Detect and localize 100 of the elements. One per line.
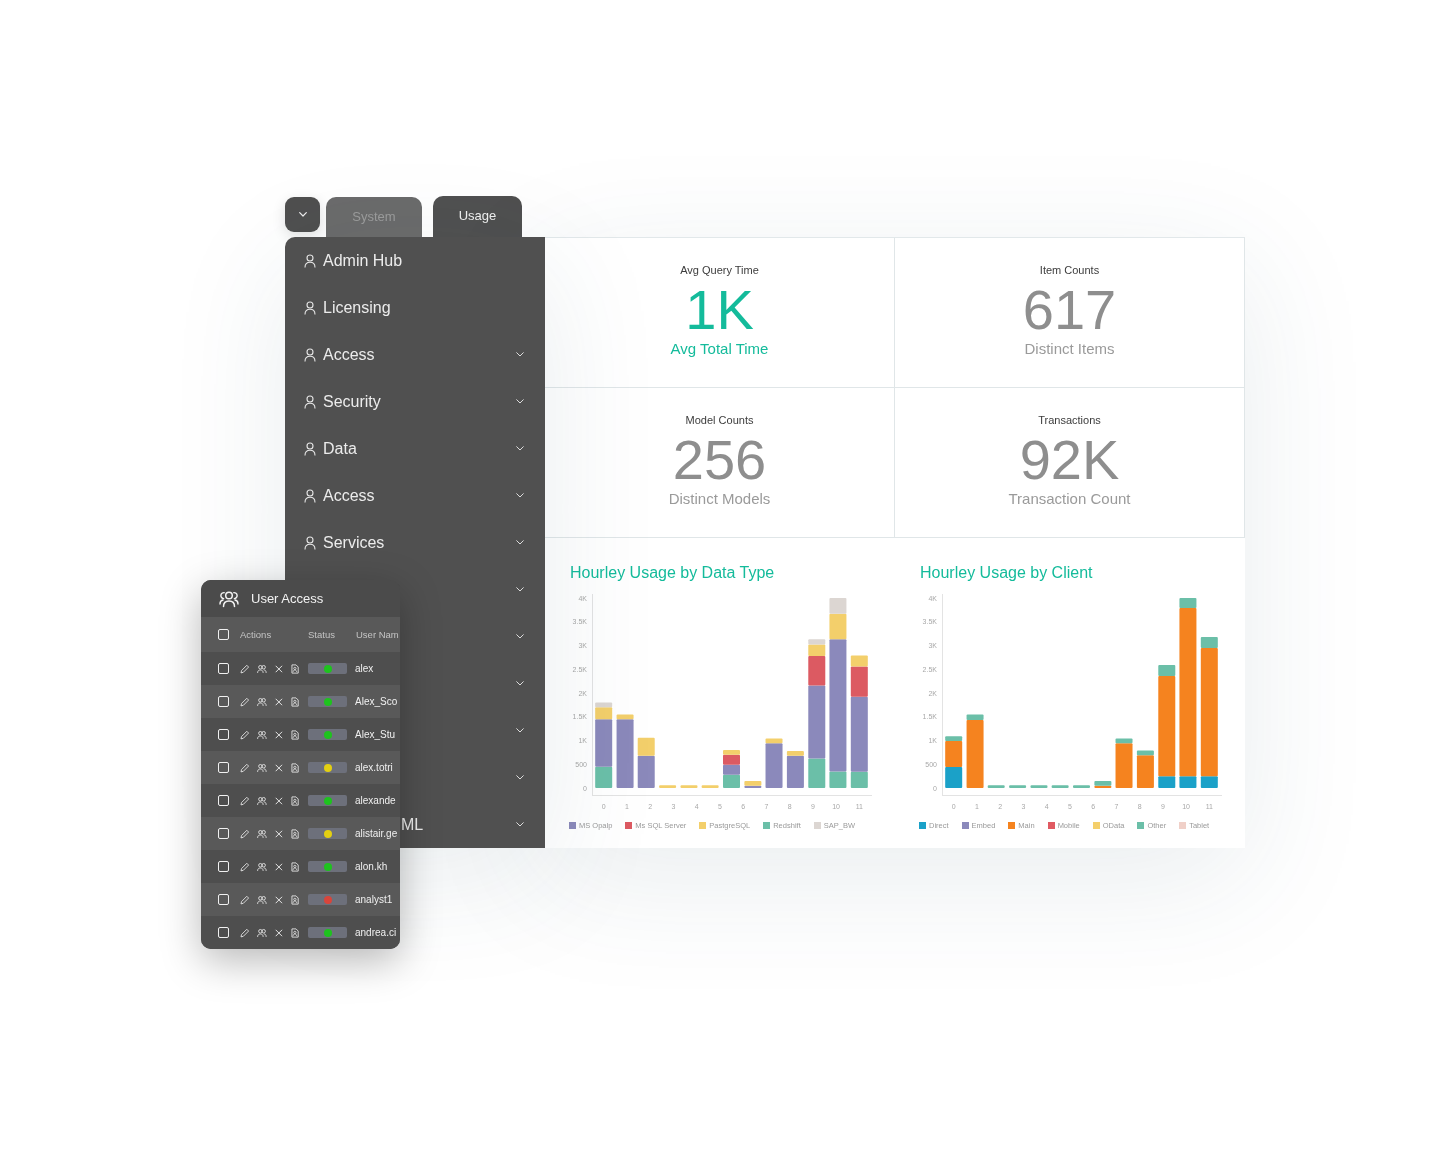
person-icon (304, 300, 316, 315)
person-icon (304, 253, 316, 268)
pencil-icon[interactable] (240, 861, 250, 872)
collapse-button[interactable] (285, 197, 320, 232)
close-icon[interactable] (273, 795, 284, 806)
pencil-icon[interactable] (240, 762, 250, 773)
close-icon[interactable] (273, 927, 284, 938)
document-user-icon[interactable] (290, 861, 300, 872)
user-name-cell: alexande (355, 795, 396, 806)
kpi-caption: Transaction Count (1008, 490, 1131, 508)
user-name-cell: alex.totri (355, 762, 393, 773)
user-name-cell: alon.kh (355, 861, 388, 872)
users-icon[interactable] (256, 927, 267, 938)
kpi-caption: Distinct Models (668, 490, 771, 508)
tab[interactable]: Usage (433, 196, 522, 237)
person-icon (304, 441, 316, 456)
user-name-cell: analyst1 (355, 894, 393, 905)
sidebar-item[interactable]: Admin Hub (285, 237, 545, 284)
column-header: Actions (240, 629, 273, 640)
sidebar-item[interactable]: Licensing (285, 284, 545, 331)
document-user-icon[interactable] (290, 795, 300, 806)
chevron-down-icon (298, 212, 307, 217)
bar-segment (701, 785, 719, 788)
kpi-title: Model Counts (685, 413, 754, 427)
sidebar-item[interactable]: ML (400, 801, 545, 848)
chart-title: Hourley Usage by Data Type (570, 563, 775, 583)
bar-segment (680, 785, 698, 788)
document-user-icon[interactable] (290, 696, 300, 707)
users-icon[interactable] (256, 762, 267, 773)
sidebar-item[interactable]: Security (285, 378, 545, 425)
kpi-title: Item Counts (1039, 263, 1100, 277)
sidebar-item[interactable]: Access (285, 331, 545, 378)
kpi-value: 256 (672, 432, 767, 488)
kpi-value: 92K (1019, 432, 1120, 488)
row-checkbox[interactable] (218, 795, 229, 806)
pencil-icon[interactable] (240, 729, 250, 740)
users-icon[interactable] (256, 729, 267, 740)
pencil-icon[interactable] (240, 663, 250, 674)
kpi-title: Transactions (1038, 413, 1101, 427)
panel-title: User Access (251, 591, 324, 606)
bar-segment (723, 764, 740, 775)
sidebar-item[interactable]: Services (285, 519, 545, 566)
close-icon[interactable] (273, 894, 284, 905)
user-name-cell: andrea.ci (355, 927, 397, 938)
close-icon[interactable] (273, 729, 284, 740)
bar-segment (659, 785, 677, 788)
row-checkbox[interactable] (218, 828, 229, 839)
pencil-icon[interactable] (240, 828, 250, 839)
bar-segment (987, 785, 1005, 788)
close-icon[interactable] (273, 696, 284, 707)
bar-segment (1009, 785, 1027, 788)
user-name-cell: alex (355, 663, 374, 674)
users-icon[interactable] (256, 861, 267, 872)
user-name-cell: Alex_Stu (355, 729, 396, 740)
pencil-icon[interactable] (240, 894, 250, 905)
kpi-value: 1K (685, 282, 754, 338)
user-name-cell: Alex_Sco (355, 696, 398, 707)
column-header: User Nam (356, 629, 399, 640)
kpi-caption: Distinct Items (1024, 340, 1115, 358)
close-icon[interactable] (273, 663, 284, 674)
person-icon (304, 535, 316, 550)
document-user-icon[interactable] (290, 828, 300, 839)
pencil-icon[interactable] (240, 795, 250, 806)
row-checkbox[interactable] (218, 861, 229, 872)
row-checkbox[interactable] (218, 729, 229, 740)
document-user-icon[interactable] (290, 894, 300, 905)
document-user-icon[interactable] (290, 663, 300, 674)
users-icon[interactable] (256, 894, 267, 905)
users-icon[interactable] (256, 663, 267, 674)
bar-segment (1030, 785, 1048, 788)
kpi-value: 617 (1022, 282, 1117, 338)
users-icon[interactable] (256, 828, 267, 839)
kpi-title: Avg Query Time (680, 263, 759, 277)
row-checkbox[interactable] (218, 894, 229, 905)
pencil-icon[interactable] (240, 696, 250, 707)
bar-segment (1051, 785, 1069, 788)
person-icon (304, 394, 316, 409)
row-checkbox[interactable] (218, 696, 229, 707)
bar-segment (945, 767, 963, 788)
document-user-icon[interactable] (290, 762, 300, 773)
row-checkbox[interactable] (218, 762, 229, 773)
users-icon (219, 589, 239, 608)
sidebar-item[interactable]: Data (285, 425, 545, 472)
pencil-icon[interactable] (240, 927, 250, 938)
document-user-icon[interactable] (290, 729, 300, 740)
user-name-cell: alistair.ge (355, 828, 398, 839)
close-icon[interactable] (273, 828, 284, 839)
document-user-icon[interactable] (290, 927, 300, 938)
close-icon[interactable] (273, 861, 284, 872)
users-icon[interactable] (256, 696, 267, 707)
kpi-caption: Avg Total Time (670, 340, 769, 358)
person-icon (304, 488, 316, 503)
chart-title: Hourley Usage by Client (920, 563, 1093, 583)
row-checkbox[interactable] (218, 663, 229, 674)
close-icon[interactable] (273, 762, 284, 773)
select-all-checkbox[interactable] (218, 629, 229, 640)
bar-segment (1073, 785, 1090, 788)
sidebar-item[interactable]: Access (285, 472, 545, 519)
users-icon[interactable] (256, 795, 267, 806)
row-checkbox[interactable] (218, 927, 229, 938)
